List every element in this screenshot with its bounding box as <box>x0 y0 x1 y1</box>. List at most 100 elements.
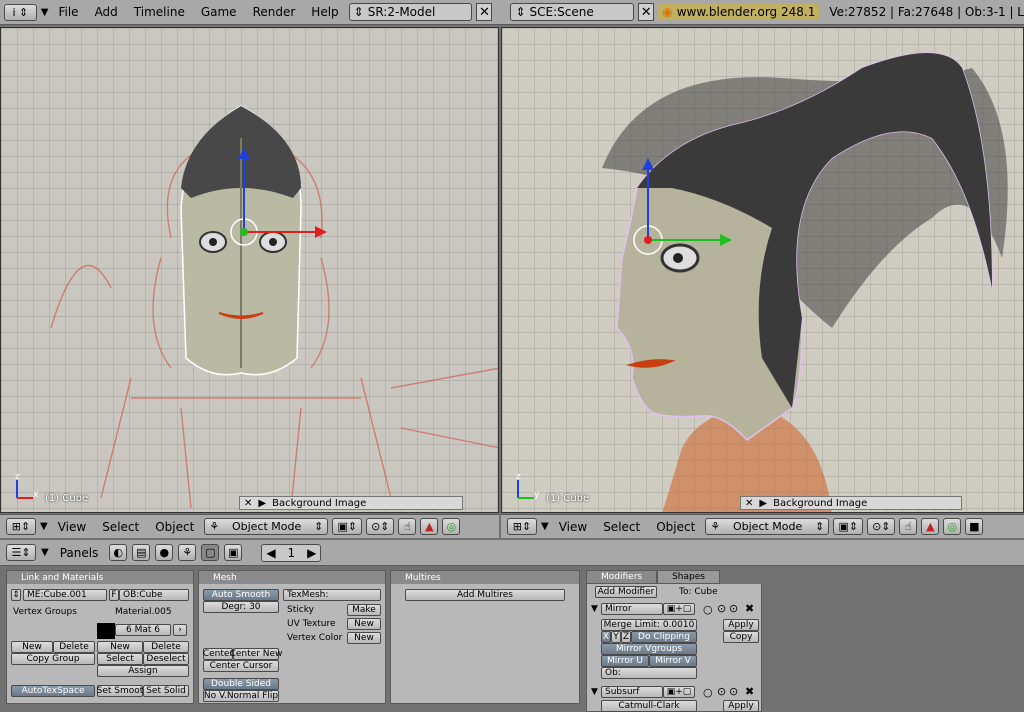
delete-scene-button[interactable]: ✕ <box>638 3 655 21</box>
deselect-material-button[interactable]: Deselect <box>143 653 189 665</box>
do-clipping-toggle[interactable]: Do Clipping <box>631 631 697 643</box>
material-color-swatch[interactable] <box>97 623 115 639</box>
logic-context-icon[interactable]: ◐ <box>109 544 128 561</box>
mirror-vgroups-toggle[interactable]: Mirror Vgroups <box>601 643 697 655</box>
autotexspace-toggle[interactable]: AutoTexSpace <box>11 685 95 697</box>
delete-material-button[interactable]: Delete <box>143 641 189 653</box>
screen-selector[interactable]: ⇕ SR:2-Model <box>348 3 473 21</box>
mirror-u-toggle[interactable]: Mirror U <box>601 655 649 667</box>
delete-screen-button[interactable]: ✕ <box>476 3 493 21</box>
set-smooth-button[interactable]: Set Smoot <box>97 685 143 697</box>
close-icon[interactable]: ✕ <box>244 498 252 509</box>
menu-select[interactable]: Select <box>96 520 145 534</box>
new-material-button[interactable]: New <box>97 641 143 653</box>
auto-smooth-toggle[interactable]: Auto Smooth <box>203 589 279 601</box>
menu-help[interactable]: Help <box>305 5 344 19</box>
mirror-axis-z[interactable]: Z <box>621 631 631 643</box>
new-vertex-color-button[interactable]: New <box>347 632 381 644</box>
double-sided-toggle[interactable]: Double Sided <box>203 678 279 690</box>
assign-material-button[interactable]: Assign <box>97 665 189 677</box>
material-step-button[interactable]: › <box>173 624 187 636</box>
set-solid-button[interactable]: Set Solid <box>143 685 189 697</box>
editing-context-icon[interactable]: ▢ <box>201 544 220 561</box>
expand-icon[interactable]: ▶ <box>759 498 767 509</box>
new-uv-button[interactable]: New <box>347 618 381 630</box>
mirror-name-field[interactable]: Mirror <box>601 603 663 615</box>
translate-manipulator-icon[interactable]: ▲ <box>921 518 940 535</box>
delete-modifier-icon[interactable]: ✖ <box>745 685 754 698</box>
rotate-manipulator-icon[interactable]: ◎ <box>442 518 461 535</box>
menu-panels[interactable]: Panels <box>54 546 105 560</box>
merge-limit-field[interactable]: Merge Limit: 0.0010 <box>601 619 697 631</box>
move-down-icon[interactable]: ⊙ <box>729 685 738 698</box>
collapse-header-icon[interactable]: ▼ <box>40 521 48 532</box>
make-sticky-button[interactable]: Make <box>347 604 381 616</box>
subdivision-type-select[interactable]: Catmull-Clark <box>601 700 697 712</box>
add-multires-button[interactable]: Add Multires <box>405 589 565 601</box>
menu-view[interactable]: View <box>52 520 92 534</box>
mirror-axis-x[interactable]: X <box>601 631 611 643</box>
tab-modifiers[interactable]: Modifiers <box>586 570 658 584</box>
editor-type-button[interactable]: ☰⇕ <box>6 544 36 561</box>
cage-icon[interactable]: ○ <box>703 603 713 616</box>
menu-select[interactable]: Select <box>597 520 646 534</box>
side-viewport[interactable]: z y (1) Cube ✕ ▶ Background Image <box>501 27 1024 513</box>
script-context-icon[interactable]: ▤ <box>132 544 151 561</box>
center-button[interactable]: Center <box>203 648 233 660</box>
collapse-menu-icon[interactable]: ▼ <box>41 7 49 18</box>
transform-manipulator-icon[interactable]: ☝ <box>899 518 918 535</box>
delete-vgroup-button[interactable]: Delete <box>53 641 95 653</box>
add-modifier-button[interactable]: Add Modifier <box>595 586 657 598</box>
material-index-field[interactable]: 6 Mat 6 <box>115 624 171 636</box>
degree-field[interactable]: Degr: 30 <box>203 601 279 613</box>
mode-selector[interactable]: ⚘ Object Mode ⇕ <box>204 518 329 535</box>
mirror-axis-y[interactable]: Y <box>611 631 621 643</box>
mirror-display-toggles[interactable]: ▣+▢ <box>663 603 695 615</box>
scale-manipulator-icon[interactable]: ■ <box>965 518 984 535</box>
translate-manipulator-icon[interactable]: ▲ <box>420 518 439 535</box>
tab-shapes[interactable]: Shapes <box>657 570 720 584</box>
mirror-object-field[interactable]: Ob: <box>601 667 697 679</box>
fake-user-button[interactable]: F <box>109 589 119 601</box>
menu-object[interactable]: Object <box>149 520 200 534</box>
mode-selector[interactable]: ⚘ Object Mode ⇕ <box>705 518 830 535</box>
increment-icon[interactable]: ▶ <box>307 546 316 560</box>
cage-icon[interactable]: ○ <box>703 686 713 699</box>
collapse-header-icon[interactable]: ▼ <box>41 547 49 558</box>
center-cursor-button[interactable]: Center Cursor <box>203 660 279 672</box>
move-up-icon[interactable]: ⊙ <box>717 602 726 615</box>
center-new-button[interactable]: Center New <box>230 648 282 660</box>
background-image-panel[interactable]: ✕ ▶ Background Image <box>239 496 463 510</box>
subsurf-name-field[interactable]: Subsurf <box>601 686 663 698</box>
object-context-icon[interactable]: ⚘ <box>178 544 197 561</box>
object-name-field[interactable]: OB:Cube <box>119 589 189 601</box>
subsurf-display-toggles[interactable]: ▣+▢ <box>663 686 695 698</box>
info-window-type-button[interactable]: i ⇕ <box>4 3 37 21</box>
delete-modifier-icon[interactable]: ✖ <box>745 602 754 615</box>
draw-type-button[interactable]: ▣⇕ <box>833 518 864 535</box>
menu-game[interactable]: Game <box>195 5 243 19</box>
draw-type-button[interactable]: ▣⇕ <box>332 518 363 535</box>
shading-context-icon[interactable]: ● <box>155 544 174 561</box>
menu-file[interactable]: File <box>52 5 84 19</box>
expand-subsurf-icon[interactable]: ▼ <box>591 687 598 697</box>
mesh-browse-button[interactable]: ⇕ <box>11 589 21 601</box>
rotate-manipulator-icon[interactable]: ◎ <box>943 518 962 535</box>
move-up-icon[interactable]: ⊙ <box>717 685 726 698</box>
pivot-button[interactable]: ⊙⇕ <box>366 518 395 535</box>
texmesh-field[interactable]: TexMesh: <box>283 589 381 601</box>
apply-subsurf-button[interactable]: Apply <box>723 700 759 712</box>
new-vgroup-button[interactable]: New <box>11 641 53 653</box>
mesh-name-field[interactable]: ME:Cube.001 <box>23 589 107 601</box>
editor-type-button[interactable]: ⊞⇕ <box>507 518 537 535</box>
copy-group-button[interactable]: Copy Group <box>11 653 95 665</box>
close-icon[interactable]: ✕ <box>745 498 753 509</box>
menu-object[interactable]: Object <box>650 520 701 534</box>
scene-context-icon[interactable]: ▣ <box>224 544 243 561</box>
scene-selector[interactable]: ⇕ SCE:Scene <box>510 3 635 21</box>
editor-type-button[interactable]: ⊞⇕ <box>6 518 36 535</box>
move-down-icon[interactable]: ⊙ <box>729 602 738 615</box>
mirror-v-toggle[interactable]: Mirror V <box>649 655 697 667</box>
collapse-header-icon[interactable]: ▼ <box>541 521 549 532</box>
background-image-panel[interactable]: ✕ ▶ Background Image <box>740 496 962 510</box>
